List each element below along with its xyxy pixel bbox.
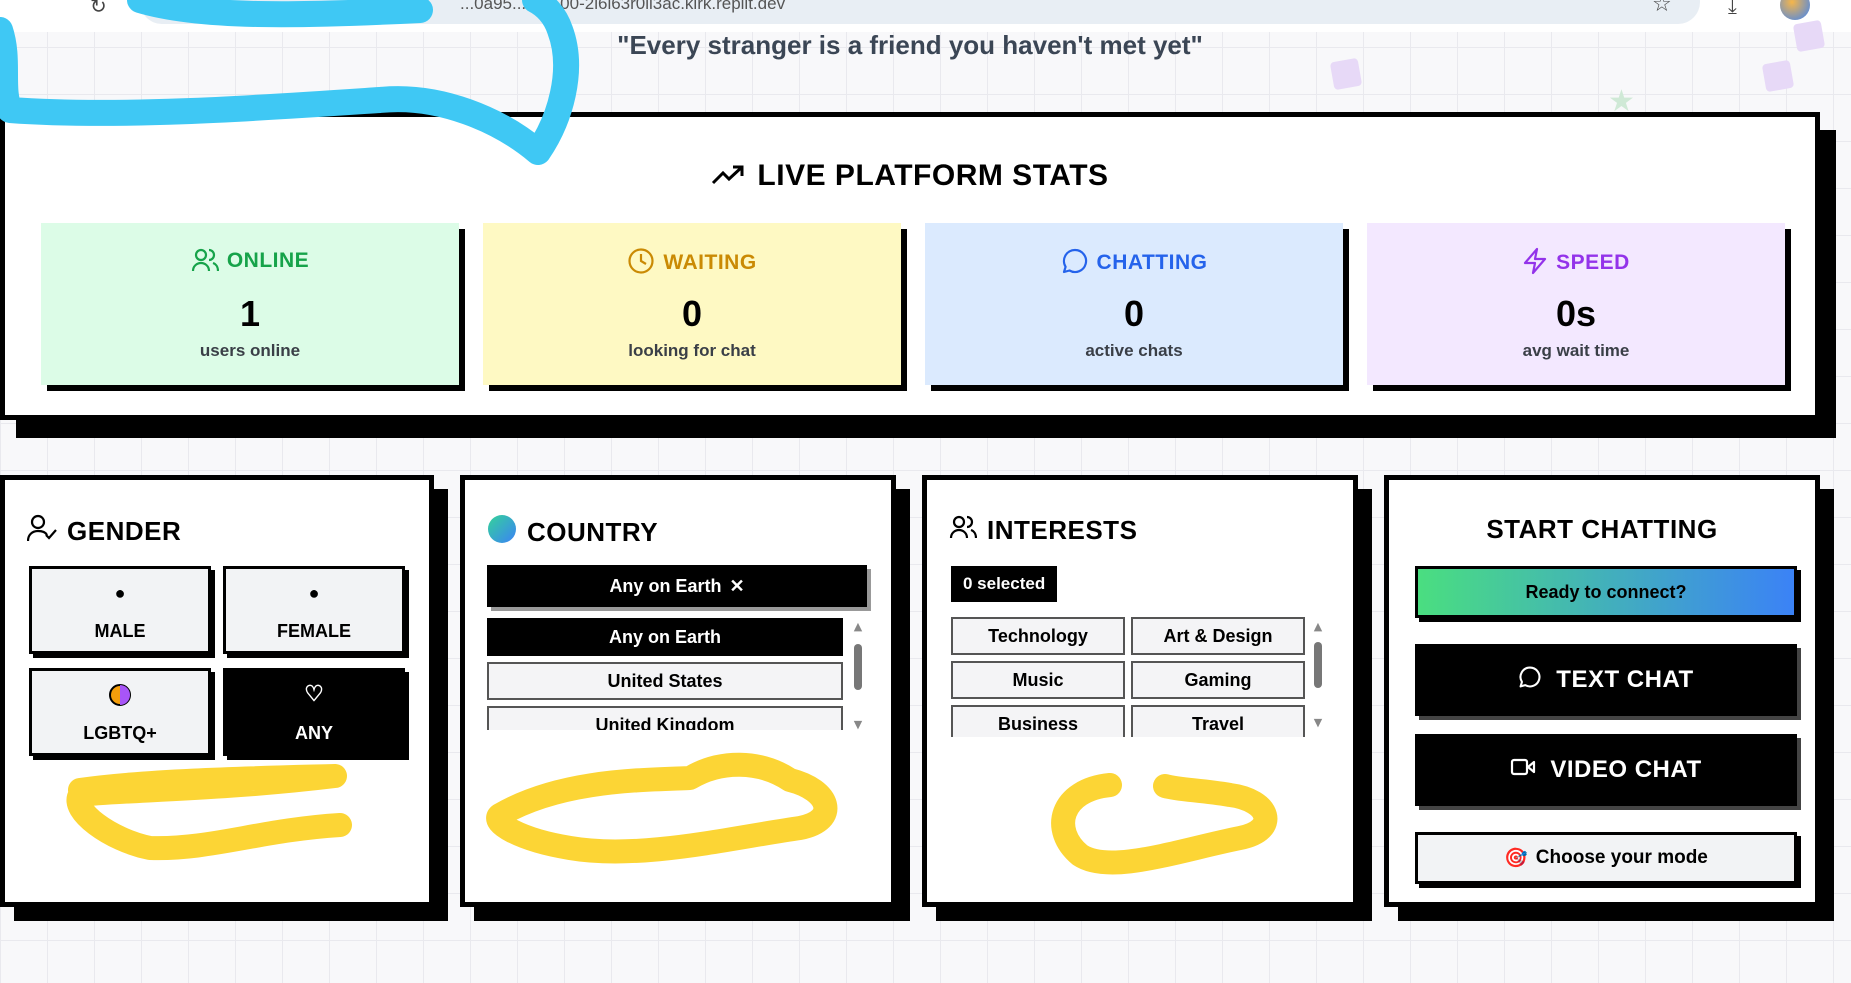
- gender-lgbtq-button[interactable]: LGBTQ+: [29, 668, 211, 756]
- gender-panel: GENDER ● MALE ● FEMALE LGBTQ+ ♡ ANY: [0, 475, 434, 907]
- scroll-thumb[interactable]: [1314, 642, 1322, 688]
- live-stats-panel: LIVE PLATFORM STATS ONLINE 1 users onlin…: [0, 112, 1820, 420]
- country-panel: COUNTRY Any on Earth ✕ Any on Earth Unit…: [460, 475, 896, 907]
- text-chat-button[interactable]: TEXT CHAT: [1415, 644, 1797, 716]
- country-list[interactable]: Any on Earth United States United Kingdo…: [487, 618, 847, 730]
- interest-chip[interactable]: Gaming: [1131, 661, 1305, 699]
- url-text[interactable]: ...0a95...293-00-2i6i63r0il3ac.kirk.repl…: [460, 0, 785, 14]
- gender-title-text: GENDER: [67, 516, 182, 546]
- start-chatting-panel: START CHATTING Ready to connect? TEXT CH…: [1384, 475, 1820, 907]
- zap-icon: [1522, 247, 1548, 281]
- video-chat-label: VIDEO CHAT: [1550, 756, 1702, 783]
- stat-value: 0: [681, 293, 703, 334]
- stat-label: WAITING: [663, 251, 757, 274]
- profile-avatar[interactable]: [1780, 0, 1810, 20]
- interests-title-text: INTERESTS: [987, 515, 1138, 545]
- user-check-icon: [26, 514, 57, 549]
- choose-mode-button[interactable]: 🎯 Choose your mode: [1415, 832, 1797, 884]
- option-label: ANY: [294, 723, 333, 743]
- choose-mode-label: Choose your mode: [1535, 847, 1708, 868]
- country-scrollbar[interactable]: ▲ ▼: [851, 620, 865, 732]
- stat-card-speed: SPEED 0s avg wait time: [1367, 223, 1785, 385]
- option-label: LGBTQ+: [83, 723, 157, 743]
- scroll-up-icon[interactable]: ▲: [1311, 620, 1325, 633]
- country-option[interactable]: United States: [487, 662, 843, 700]
- decorative-square: [1329, 57, 1363, 91]
- stat-subtext: users online: [199, 341, 301, 360]
- interests-panel: INTERESTS 0 selected Technology Art & De…: [922, 475, 1358, 907]
- country-title-text: COUNTRY: [527, 517, 659, 547]
- status-bar: Ready to connect?: [1415, 566, 1797, 618]
- stat-subtext: active chats: [1085, 341, 1183, 360]
- stat-card-waiting: WAITING 0 looking for chat: [483, 223, 901, 385]
- decorative-square: [1761, 59, 1795, 93]
- interest-chip[interactable]: Travel: [1131, 705, 1305, 737]
- interest-chip[interactable]: Music: [951, 661, 1125, 699]
- users-icon: [949, 514, 978, 547]
- scroll-thumb[interactable]: [854, 644, 862, 690]
- interests-scrollbar[interactable]: ▲ ▼: [1311, 620, 1325, 732]
- interests-title: INTERESTS: [949, 514, 1137, 547]
- target-icon: 🎯: [1504, 848, 1528, 869]
- interest-chip[interactable]: Art & Design: [1131, 617, 1305, 655]
- country-option[interactable]: Any on Earth: [487, 618, 843, 656]
- trending-up-icon: [711, 161, 745, 195]
- clock-icon: [627, 247, 655, 281]
- stats-title-text: LIVE PLATFORM STATS: [757, 159, 1109, 192]
- stat-value: 0: [1123, 293, 1145, 334]
- gender-female-button[interactable]: ● FEMALE: [223, 566, 405, 654]
- scroll-up-icon[interactable]: ▲: [851, 620, 865, 633]
- video-chat-button[interactable]: VIDEO CHAT: [1415, 734, 1797, 806]
- option-label: MALE: [94, 621, 146, 641]
- address-bar[interactable]: [140, 0, 1700, 24]
- country-selected-value: Any on Earth: [609, 575, 722, 596]
- gender-any-button[interactable]: ♡ ANY: [223, 668, 405, 756]
- globe-icon: [487, 514, 517, 551]
- interest-list[interactable]: Technology Art & Design Music Gaming Bus…: [951, 617, 1307, 737]
- stat-subtext: avg wait time: [1522, 341, 1630, 360]
- option-label: FEMALE: [277, 621, 351, 641]
- stat-value: 0s: [1555, 293, 1597, 334]
- stat-label: SPEED: [1556, 251, 1630, 274]
- male-dot-icon: ●: [114, 583, 126, 603]
- stat-card-online: ONLINE 1 users online: [41, 223, 459, 385]
- browser-toolbar: ↻ ...0a95...293-00-2i6i63r0il3ac.kirk.re…: [0, 0, 1851, 32]
- country-title: COUNTRY: [487, 514, 658, 551]
- reload-icon[interactable]: ↻: [90, 0, 107, 18]
- video-icon: [1510, 756, 1536, 784]
- tagline: "Every stranger is a friend you haven't …: [617, 30, 1203, 60]
- start-title: START CHATTING: [1486, 514, 1718, 544]
- bookmark-star-icon[interactable]: ☆: [1652, 0, 1672, 17]
- gender-male-button[interactable]: ● MALE: [29, 566, 211, 654]
- stat-value: 1: [239, 293, 261, 334]
- gender-title: GENDER: [26, 514, 182, 549]
- interest-chip[interactable]: Technology: [951, 617, 1125, 655]
- rainbow-icon: [32, 683, 208, 712]
- scroll-down-icon[interactable]: ▼: [1311, 716, 1325, 729]
- interest-chip[interactable]: Business: [951, 705, 1125, 737]
- heart-icon: ♡: [304, 681, 324, 706]
- country-option[interactable]: United Kingdom: [487, 706, 843, 730]
- stat-subtext: looking for chat: [628, 341, 756, 360]
- users-icon: [191, 247, 219, 279]
- download-icon[interactable]: ⤓: [1728, 0, 1737, 18]
- selected-count-badge: 0 selected: [951, 566, 1058, 602]
- stats-title: LIVE PLATFORM STATS: [5, 159, 1815, 195]
- stat-label: CHATTING: [1096, 251, 1208, 274]
- scroll-down-icon[interactable]: ▼: [851, 718, 865, 731]
- country-select[interactable]: Any on Earth ✕: [487, 565, 867, 607]
- stat-card-chatting: CHATTING 0 active chats: [925, 223, 1343, 385]
- clear-icon[interactable]: ✕: [729, 576, 744, 597]
- decorative-square: [1792, 19, 1826, 53]
- female-dot-icon: ●: [308, 583, 320, 603]
- message-icon: [1061, 247, 1089, 281]
- text-chat-label: TEXT CHAT: [1556, 666, 1694, 693]
- stat-label: ONLINE: [226, 249, 310, 272]
- message-icon: [1518, 665, 1542, 696]
